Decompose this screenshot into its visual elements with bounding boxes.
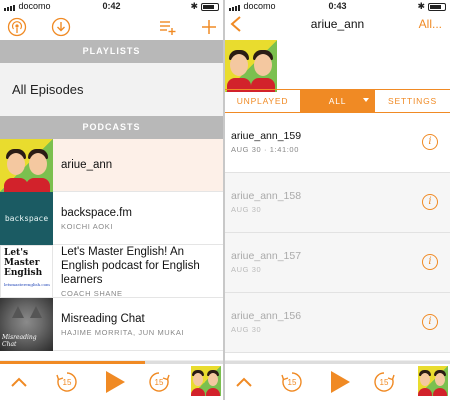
status-time: 0:43 xyxy=(328,1,347,11)
chevron-up-icon[interactable] xyxy=(8,369,30,395)
mini-player: 15 15 xyxy=(0,360,223,400)
episode-row[interactable]: ariue_ann_158 AUG 30 i xyxy=(225,173,450,233)
filter-all-label: ALL xyxy=(328,96,347,106)
skip-back-15-button[interactable]: 15 xyxy=(54,369,80,395)
episode-filter: UNPLAYED ALL SETTINGS xyxy=(225,89,450,113)
mini-player: 15 15 xyxy=(225,360,450,400)
podcast-author: COACH SHANE xyxy=(61,288,123,298)
back-chevron-icon[interactable] xyxy=(229,15,243,38)
podcast-header-artwork xyxy=(225,40,277,92)
info-icon[interactable]: i xyxy=(422,314,438,330)
artwork-url: letsmasterenglish.com xyxy=(4,281,50,287)
chevron-up-icon[interactable] xyxy=(233,369,255,395)
filter-unplayed-tab[interactable]: UNPLAYED xyxy=(225,90,300,112)
episode-row[interactable]: ariue_ann_159 AUG 30 · 1:41:00 i xyxy=(225,113,450,173)
skip-back-label: 15 xyxy=(287,377,297,387)
podcast-artwork xyxy=(0,138,53,192)
episode-row[interactable]: ariue_ann_156 AUG 30 i xyxy=(225,293,450,353)
artwork-line: Master xyxy=(4,257,40,268)
podcast-artwork: backspace xyxy=(0,191,53,245)
nav-bar: ariue_ann All... xyxy=(225,12,450,40)
episode-meta: AUG 30 · 1:41:00 xyxy=(231,145,299,154)
podcast-row-misreading-chat[interactable]: Misreading Chat Misreading Chat HAJIME M… xyxy=(0,297,223,351)
now-playing-artwork[interactable] xyxy=(418,366,448,396)
top-toolbar xyxy=(0,12,223,40)
episode-meta: AUG 30 xyxy=(231,265,262,274)
now-playing-artwork[interactable] xyxy=(191,366,221,396)
artwork-line: English xyxy=(4,267,43,278)
skip-back-15-button[interactable]: 15 xyxy=(279,369,305,395)
status-bar: docomo 0:43 ✱ xyxy=(225,0,450,12)
caret-down-icon xyxy=(363,98,369,102)
podcast-author: HAJIME MORRITA, JUN MUKAI xyxy=(61,327,185,337)
play-button[interactable] xyxy=(102,369,128,395)
page-title: ariue_ann xyxy=(310,17,365,31)
artwork-line: Let's xyxy=(4,247,29,258)
info-icon[interactable]: i xyxy=(422,134,438,150)
battery-icon xyxy=(201,2,219,11)
skip-forward-label: 15 xyxy=(154,377,164,387)
playlists-header: PLAYLISTS xyxy=(0,40,223,63)
podcast-artwork: Let's Master English letsmasterenglish.c… xyxy=(0,244,53,298)
podcast-title: Let's Master English! An English podcast… xyxy=(61,245,200,286)
skip-forward-15-button[interactable]: 15 xyxy=(146,369,172,395)
info-icon[interactable]: i xyxy=(422,254,438,270)
status-icons: ✱ xyxy=(190,1,219,12)
battery-icon xyxy=(428,2,446,11)
filter-all-tab[interactable]: ALL xyxy=(300,90,375,112)
episode-title: ariue_ann_159 xyxy=(231,130,302,142)
podcast-row-ariue-ann[interactable]: ariue_ann xyxy=(0,138,223,192)
all-menu-button[interactable]: All... xyxy=(419,17,442,31)
podcast-broadcast-icon[interactable] xyxy=(6,16,28,38)
episode-row[interactable]: ariue_ann_157 AUG 30 i xyxy=(225,233,450,293)
podcast-title: Misreading Chat xyxy=(61,312,145,325)
play-button[interactable] xyxy=(327,369,353,395)
status-bar: docomo 0:42 ✱ xyxy=(0,0,223,12)
skip-forward-15-button[interactable]: 15 xyxy=(371,369,397,395)
info-icon[interactable]: i xyxy=(422,194,438,210)
podcast-title: backspace.fm xyxy=(61,206,132,219)
skip-forward-label: 15 xyxy=(379,377,389,387)
status-icons: ✱ xyxy=(417,1,446,12)
episode-title: ariue_ann_158 xyxy=(231,190,302,202)
skip-back-label: 15 xyxy=(62,377,72,387)
podcast-artwork: Misreading Chat xyxy=(0,297,53,351)
bluetooth-icon: ✱ xyxy=(190,1,198,11)
add-icon[interactable] xyxy=(198,16,220,38)
podcasts-screen: docomo 0:42 ✱ PLAYLISTS All Episodes POD… xyxy=(0,0,223,400)
artwork-caption: Misreading Chat xyxy=(2,333,37,348)
episode-meta: AUG 30 xyxy=(231,325,262,334)
episode-title: ariue_ann_157 xyxy=(231,250,302,262)
podcast-row-backspace[interactable]: backspace backspace.fm KOICHI AOKI xyxy=(0,191,223,245)
episode-meta: AUG 30 xyxy=(231,205,262,214)
download-icon[interactable] xyxy=(50,16,72,38)
podcast-row-lets-master-english[interactable]: Let's Master English letsmasterenglish.c… xyxy=(0,244,223,298)
podcast-title: ariue_ann xyxy=(61,159,113,171)
podcast-episodes-screen: docomo 0:43 ✱ ariue_ann All... UNPLAYED … xyxy=(225,0,450,400)
all-episodes-item[interactable]: All Episodes xyxy=(0,63,223,116)
podcast-author: KOICHI AOKI xyxy=(61,221,114,231)
add-playlist-icon[interactable] xyxy=(156,16,178,38)
playback-progress[interactable] xyxy=(225,361,450,364)
bluetooth-icon: ✱ xyxy=(417,1,425,11)
playback-progress[interactable] xyxy=(0,361,223,364)
episode-title: ariue_ann_156 xyxy=(231,310,302,322)
filter-settings-tab[interactable]: SETTINGS xyxy=(375,90,450,112)
podcasts-header: PODCASTS xyxy=(0,116,223,139)
